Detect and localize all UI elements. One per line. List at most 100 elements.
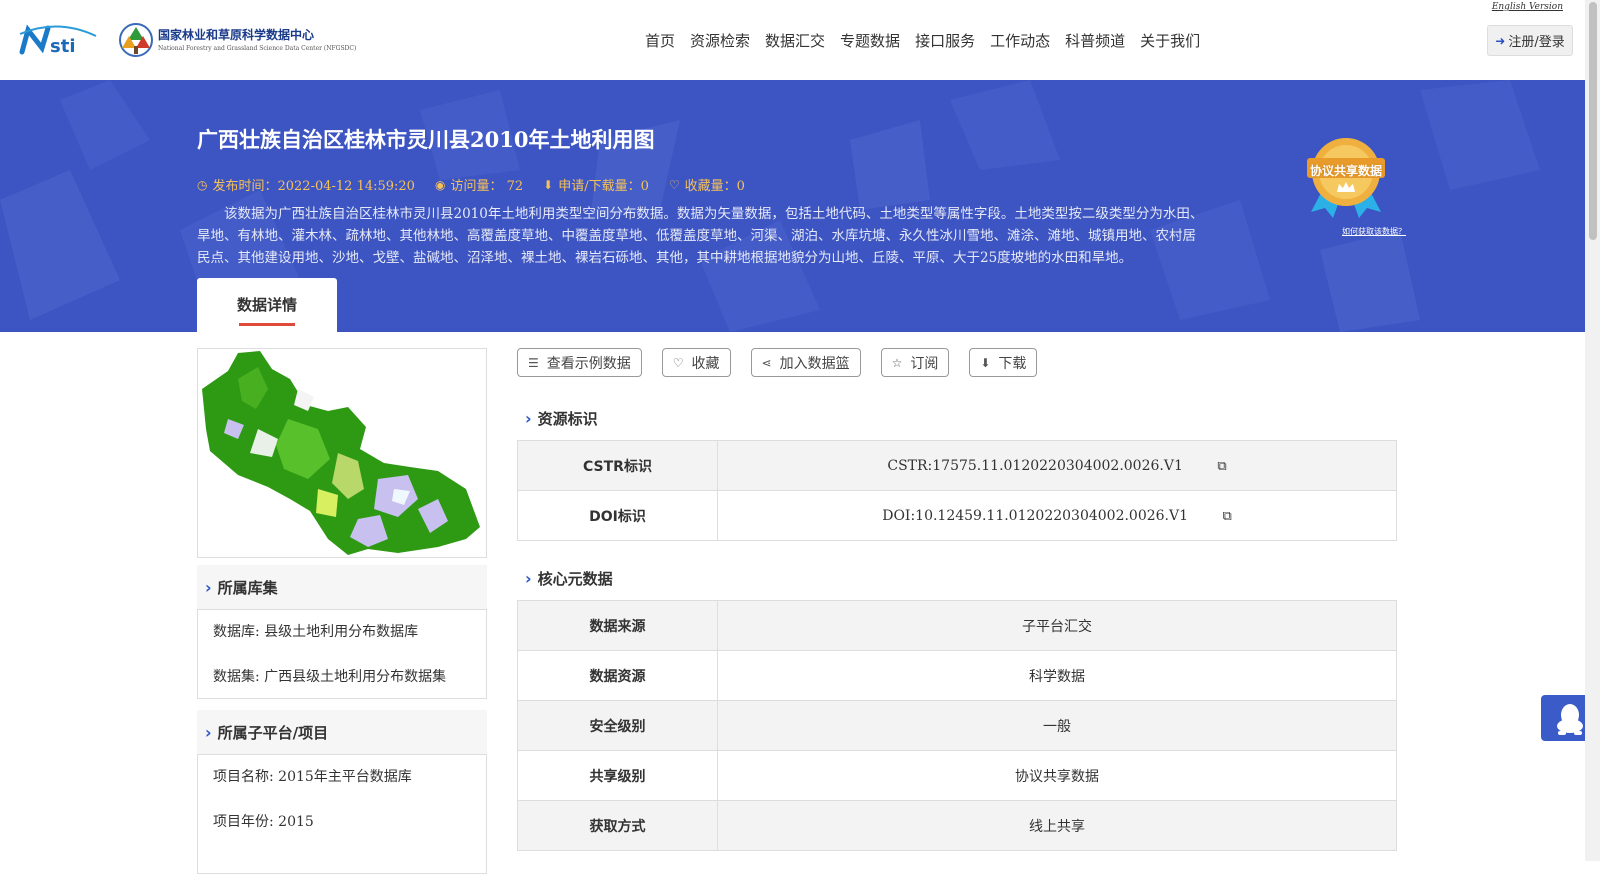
nav-home[interactable]: 首页	[645, 30, 675, 51]
collection-body: 数据库: 县级土地利用分布数据库 数据集: 广西县级土地利用分布数据集	[197, 609, 487, 699]
meta-value: 一般	[717, 700, 1397, 751]
meta-key: 数据资源	[517, 650, 718, 701]
add-to-basket-button[interactable]: ⋖ 加入数据篮	[750, 348, 861, 377]
scrollbar-thumb[interactable]	[1589, 2, 1597, 240]
table-row: DOI标识 DOI:10.12459.11.0120220304002.0026…	[517, 490, 1397, 541]
download-button[interactable]: ⬇ 下载	[969, 348, 1038, 377]
dataset-item[interactable]: 数据集: 广西县级土地利用分布数据集	[213, 661, 471, 706]
copy-icon[interactable]: ⧉	[1222, 509, 1231, 524]
add-to-basket-label: 加入数据篮	[779, 355, 850, 372]
login-label: 注册/登录	[1508, 35, 1565, 50]
nfgsdc-emblem-icon	[119, 23, 153, 57]
badge-label: 协议共享数据	[1309, 164, 1382, 178]
meta-value: 科学数据	[717, 650, 1397, 701]
download-label: 下载	[998, 355, 1027, 372]
nav-resource-search[interactable]: 资源检索	[690, 30, 750, 51]
how-to-get-data-link[interactable]: 如何获取该数据？	[1342, 226, 1406, 237]
table-row: CSTR标识 CSTR:17575.11.0120220304002.0026.…	[517, 440, 1397, 491]
dataset-meta: ◷ 发布时间：2022-04-12 14:59:20 ◉ 访问量： 72 ⬇ 申…	[197, 175, 765, 195]
meta-key: 共享级别	[517, 750, 718, 801]
copy-icon[interactable]: ⧉	[1217, 459, 1226, 474]
table-row: 共享级别 协议共享数据	[517, 750, 1397, 801]
heart-icon: ♡	[668, 177, 680, 192]
subscribe-button[interactable]: ☆ 订阅	[880, 348, 950, 377]
login-button[interactable]: ➜ 注册/登录	[1487, 25, 1573, 56]
nav-api-service[interactable]: 接口服务	[915, 30, 975, 51]
publish-time-text: 发布时间：2022-04-12 14:59:20	[212, 179, 415, 194]
view-sample-button[interactable]: ☰ 查看示例数据	[517, 348, 642, 377]
cstr-value: CSTR:17575.11.0120220304002.0026.V1	[887, 457, 1183, 474]
english-version-link[interactable]: English Version	[1492, 2, 1563, 12]
download-count-text: 申请/下载量：0	[558, 179, 649, 194]
top-navbar: sti 国家林业和草原科学数据中心 National Forestry and …	[0, 0, 1585, 80]
table-row: 数据来源 子平台汇交	[517, 600, 1397, 651]
database-icon: ☰	[528, 355, 539, 370]
visit-count-text: 访问量： 72	[450, 179, 524, 194]
platform-title: 所属子平台/项目	[217, 723, 329, 742]
visit-count: ◉ 访问量： 72	[434, 175, 524, 195]
resource-id-title: 资源标识	[537, 410, 598, 428]
platform-body: 项目名称: 2015年主平台数据库 项目年份: 2015	[197, 754, 487, 874]
table-row: 数据资源 科学数据	[517, 650, 1397, 701]
meta-key: 安全级别	[517, 700, 718, 751]
resource-id-heading: › 资源标识	[525, 408, 598, 429]
download-count: ⬇ 申请/下载量：0	[543, 175, 649, 195]
eye-icon: ◉	[434, 177, 446, 192]
nsti-logo[interactable]: sti	[18, 22, 98, 56]
dataset-banner: 广西壮族自治区桂林市灵川县2010年土地利用图 ◷ 发布时间：2022-04-1…	[0, 80, 1585, 332]
favorite-button[interactable]: ♡ 收藏	[661, 348, 731, 377]
core-meta-heading: › 核心元数据	[525, 568, 613, 589]
tab-data-details[interactable]: 数据详情	[197, 278, 337, 332]
chevron-right-icon: ›	[205, 577, 212, 597]
collection-section: › 所属库集 数据库: 县级土地利用分布数据库 数据集: 广西县级土地利用分布数…	[197, 565, 487, 699]
dataset-thumbnail[interactable]	[197, 348, 487, 558]
chevron-right-icon: ›	[205, 722, 212, 742]
nav-about-us[interactable]: 关于我们	[1140, 30, 1200, 51]
star-icon: ☆	[891, 355, 903, 370]
cstr-value-cell: CSTR:17575.11.0120220304002.0026.V1 ⧉	[717, 440, 1397, 491]
core-meta-title: 核心元数据	[537, 570, 613, 588]
collection-header: › 所属库集	[197, 565, 487, 609]
database-item[interactable]: 数据库: 县级土地利用分布数据库	[213, 616, 471, 661]
meta-key: 获取方式	[517, 800, 718, 851]
dataset-description: 该数据为广西壮族自治区桂林市灵川县2010年土地利用类型空间分布数据。数据为矢量…	[197, 206, 1204, 266]
chevron-right-icon: ›	[525, 409, 532, 428]
nav-science-channel[interactable]: 科普频道	[1065, 30, 1125, 51]
meta-value: 子平台汇交	[717, 600, 1397, 651]
download-icon: ⬇	[980, 355, 991, 370]
platform-header: › 所属子平台/项目	[197, 710, 487, 754]
download-icon: ⬇	[543, 177, 554, 192]
doi-value: DOI:10.12459.11.0120220304002.0026.V1	[882, 507, 1189, 524]
table-row: 获取方式 线上共享	[517, 800, 1397, 851]
nav-data-submission[interactable]: 数据汇交	[765, 30, 825, 51]
favorite-count-text: 收藏量：0	[684, 179, 745, 194]
action-toolbar: ☰ 查看示例数据 ♡ 收藏 ⋖ 加入数据篮 ☆ 订阅 ⬇ 下载	[517, 348, 1057, 377]
share-icon: ⋖	[761, 355, 772, 370]
nav-thematic-data[interactable]: 专题数据	[840, 30, 900, 51]
cstr-key: CSTR标识	[517, 440, 718, 491]
chevron-right-icon: ›	[525, 569, 532, 588]
publish-time: ◷ 发布时间：2022-04-12 14:59:20	[197, 175, 415, 195]
doi-key: DOI标识	[517, 490, 718, 541]
sign-in-icon: ➜	[1495, 33, 1506, 48]
core-meta-table: 数据来源 子平台汇交 数据资源 科学数据 安全级别 一般 共享级别 协议共享数据…	[517, 600, 1397, 851]
project-name: 项目名称: 2015年主平台数据库	[213, 769, 412, 785]
platform-section: › 所属子平台/项目 项目名称: 2015年主平台数据库 项目年份: 2015	[197, 710, 487, 874]
table-row: 安全级别 一般	[517, 700, 1397, 751]
resource-id-table: CSTR标识 CSTR:17575.11.0120220304002.0026.…	[517, 440, 1397, 541]
main-nav: 首页 资源检索 数据汇交 专题数据 接口服务 工作动态 科普频道 关于我们	[645, 30, 1215, 51]
meta-key: 数据来源	[517, 600, 718, 651]
nav-news[interactable]: 工作动态	[990, 30, 1050, 51]
svg-text:sti: sti	[50, 36, 76, 56]
favorite-count: ♡ 收藏量：0	[668, 175, 745, 195]
nfgsdc-logo[interactable]: 国家林业和草原科学数据中心 National Forestry and Gras…	[118, 22, 356, 60]
clock-icon: ◷	[197, 177, 208, 192]
favorite-label: 收藏	[691, 355, 720, 372]
project-year: 项目年份: 2015	[213, 814, 314, 830]
land-use-map-image	[202, 351, 480, 555]
tab-label: 数据详情	[236, 296, 297, 314]
collection-title: 所属库集	[217, 578, 278, 597]
doi-value-cell: DOI:10.12459.11.0120220304002.0026.V1 ⧉	[717, 490, 1397, 541]
logo-chinese-name: 国家林业和草原科学数据中心	[158, 28, 315, 42]
dataset-title: 广西壮族自治区桂林市灵川县2010年土地利用图	[197, 127, 655, 152]
